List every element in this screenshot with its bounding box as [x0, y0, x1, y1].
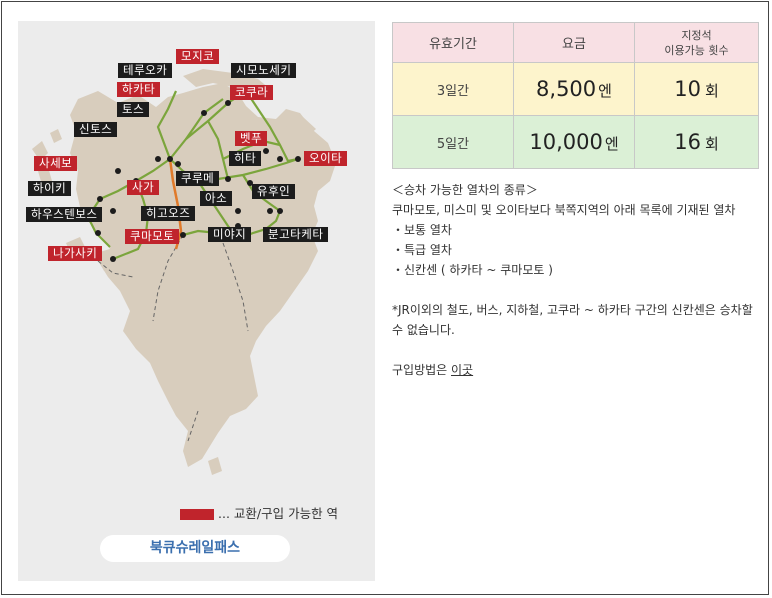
purchase-line: 구입방법은 이곳 — [392, 360, 760, 380]
station-label-saga: 사가 — [127, 180, 160, 195]
rail-map: 모지코 테루오카 시모노세키 하카타 코쿠라 토스 신토스 벳푸 사세보 히타 … — [18, 21, 375, 581]
station-label-kokura: 코쿠라 — [230, 85, 274, 100]
station-label-miyaji: 미야지 — [208, 227, 252, 242]
train-type-item: ・신칸센 ( 하카타 ~ 쿠마모토 ) — [392, 263, 553, 277]
pass-name-badge: 북큐슈레일패스 — [100, 535, 290, 562]
reserved-count-cell: 16 회 — [634, 115, 759, 169]
fare-table: 유효기간 요금 지정석 이용가능 횟수 3일간 8,500 엔 10 회 5일간 1… — [392, 22, 759, 169]
legend-swatch — [180, 509, 214, 520]
station-label-aso: 아소 — [200, 191, 233, 206]
station-label-kumamoto: 쿠마모토 — [125, 229, 180, 244]
station-label-tosu: 토스 — [117, 102, 150, 117]
purchase-link[interactable]: 이곳 — [451, 363, 473, 377]
map-legend: ... 교환/구입 가능한 역 — [180, 503, 338, 522]
station-label-hita: 히타 — [229, 151, 262, 166]
header-price: 요금 — [513, 22, 635, 63]
station-label-beppu: 벳푸 — [235, 131, 268, 146]
station-label-sasebo: 사세보 — [34, 156, 78, 171]
price-cell: 8,500 엔 — [513, 62, 635, 116]
fare-table-header-row: 유효기간 요금 지정석 이용가능 횟수 — [392, 22, 759, 63]
station-label-kurume: 쿠루메 — [176, 171, 220, 186]
station-label-shintosu: 신토스 — [74, 122, 118, 137]
fare-table-row: 3일간 8,500 엔 10 회 — [392, 62, 759, 116]
validity-cell: 5일간 — [392, 115, 514, 169]
station-label-oita: 오이타 — [304, 151, 348, 166]
section-title: ＜승차 가능한 열차의 종류＞ — [392, 183, 538, 197]
station-label-huis-ten-bosch: 하우스텐보스 — [26, 207, 103, 222]
note-text: *JR이외의 철도, 버스, 지하철, 고쿠라 ~ 하카타 구간의 신칸센은 승… — [392, 303, 753, 337]
station-label-teruoka: 테루오카 — [118, 63, 173, 78]
price-cell: 10,000 엔 — [513, 115, 635, 169]
info-section: ＜승차 가능한 열차의 종류＞ 쿠마모토, 미스미 및 오이타보다 북쪽지역의 … — [392, 180, 760, 380]
kyushu-map-graphic — [32, 69, 336, 475]
station-label-haiki: 하이키 — [28, 181, 72, 196]
station-label-higoozu: 히고오즈 — [141, 206, 196, 221]
station-label-hakata: 하카타 — [117, 82, 161, 97]
validity-cell: 3일간 — [392, 62, 514, 116]
legend-label: ... 교환/구입 가능한 역 — [218, 506, 339, 521]
station-label-mojiko: 모지코 — [176, 49, 220, 64]
fare-table-row: 5일간 10,000 엔 16 회 — [392, 115, 759, 169]
intro-text: 쿠마모토, 미스미 및 오이타보다 북쪽지역의 아래 목록에 기재된 열차 — [392, 203, 736, 217]
train-type-item: ・보통 열차 — [392, 223, 452, 237]
station-label-yufuin: 유후인 — [252, 184, 296, 199]
purchase-label: 구입방법은 — [392, 363, 452, 377]
header-reserved-seats: 지정석 이용가능 횟수 — [634, 22, 759, 63]
station-label-nagasaki: 나가사키 — [48, 246, 103, 261]
station-label-bungotaketa: 분고타케타 — [263, 227, 329, 242]
train-type-item: ・특급 열차 — [392, 243, 452, 257]
station-label-shimonoseki: 시모노세키 — [231, 63, 297, 78]
reserved-count-cell: 10 회 — [634, 62, 759, 116]
header-validity: 유효기간 — [392, 22, 514, 63]
